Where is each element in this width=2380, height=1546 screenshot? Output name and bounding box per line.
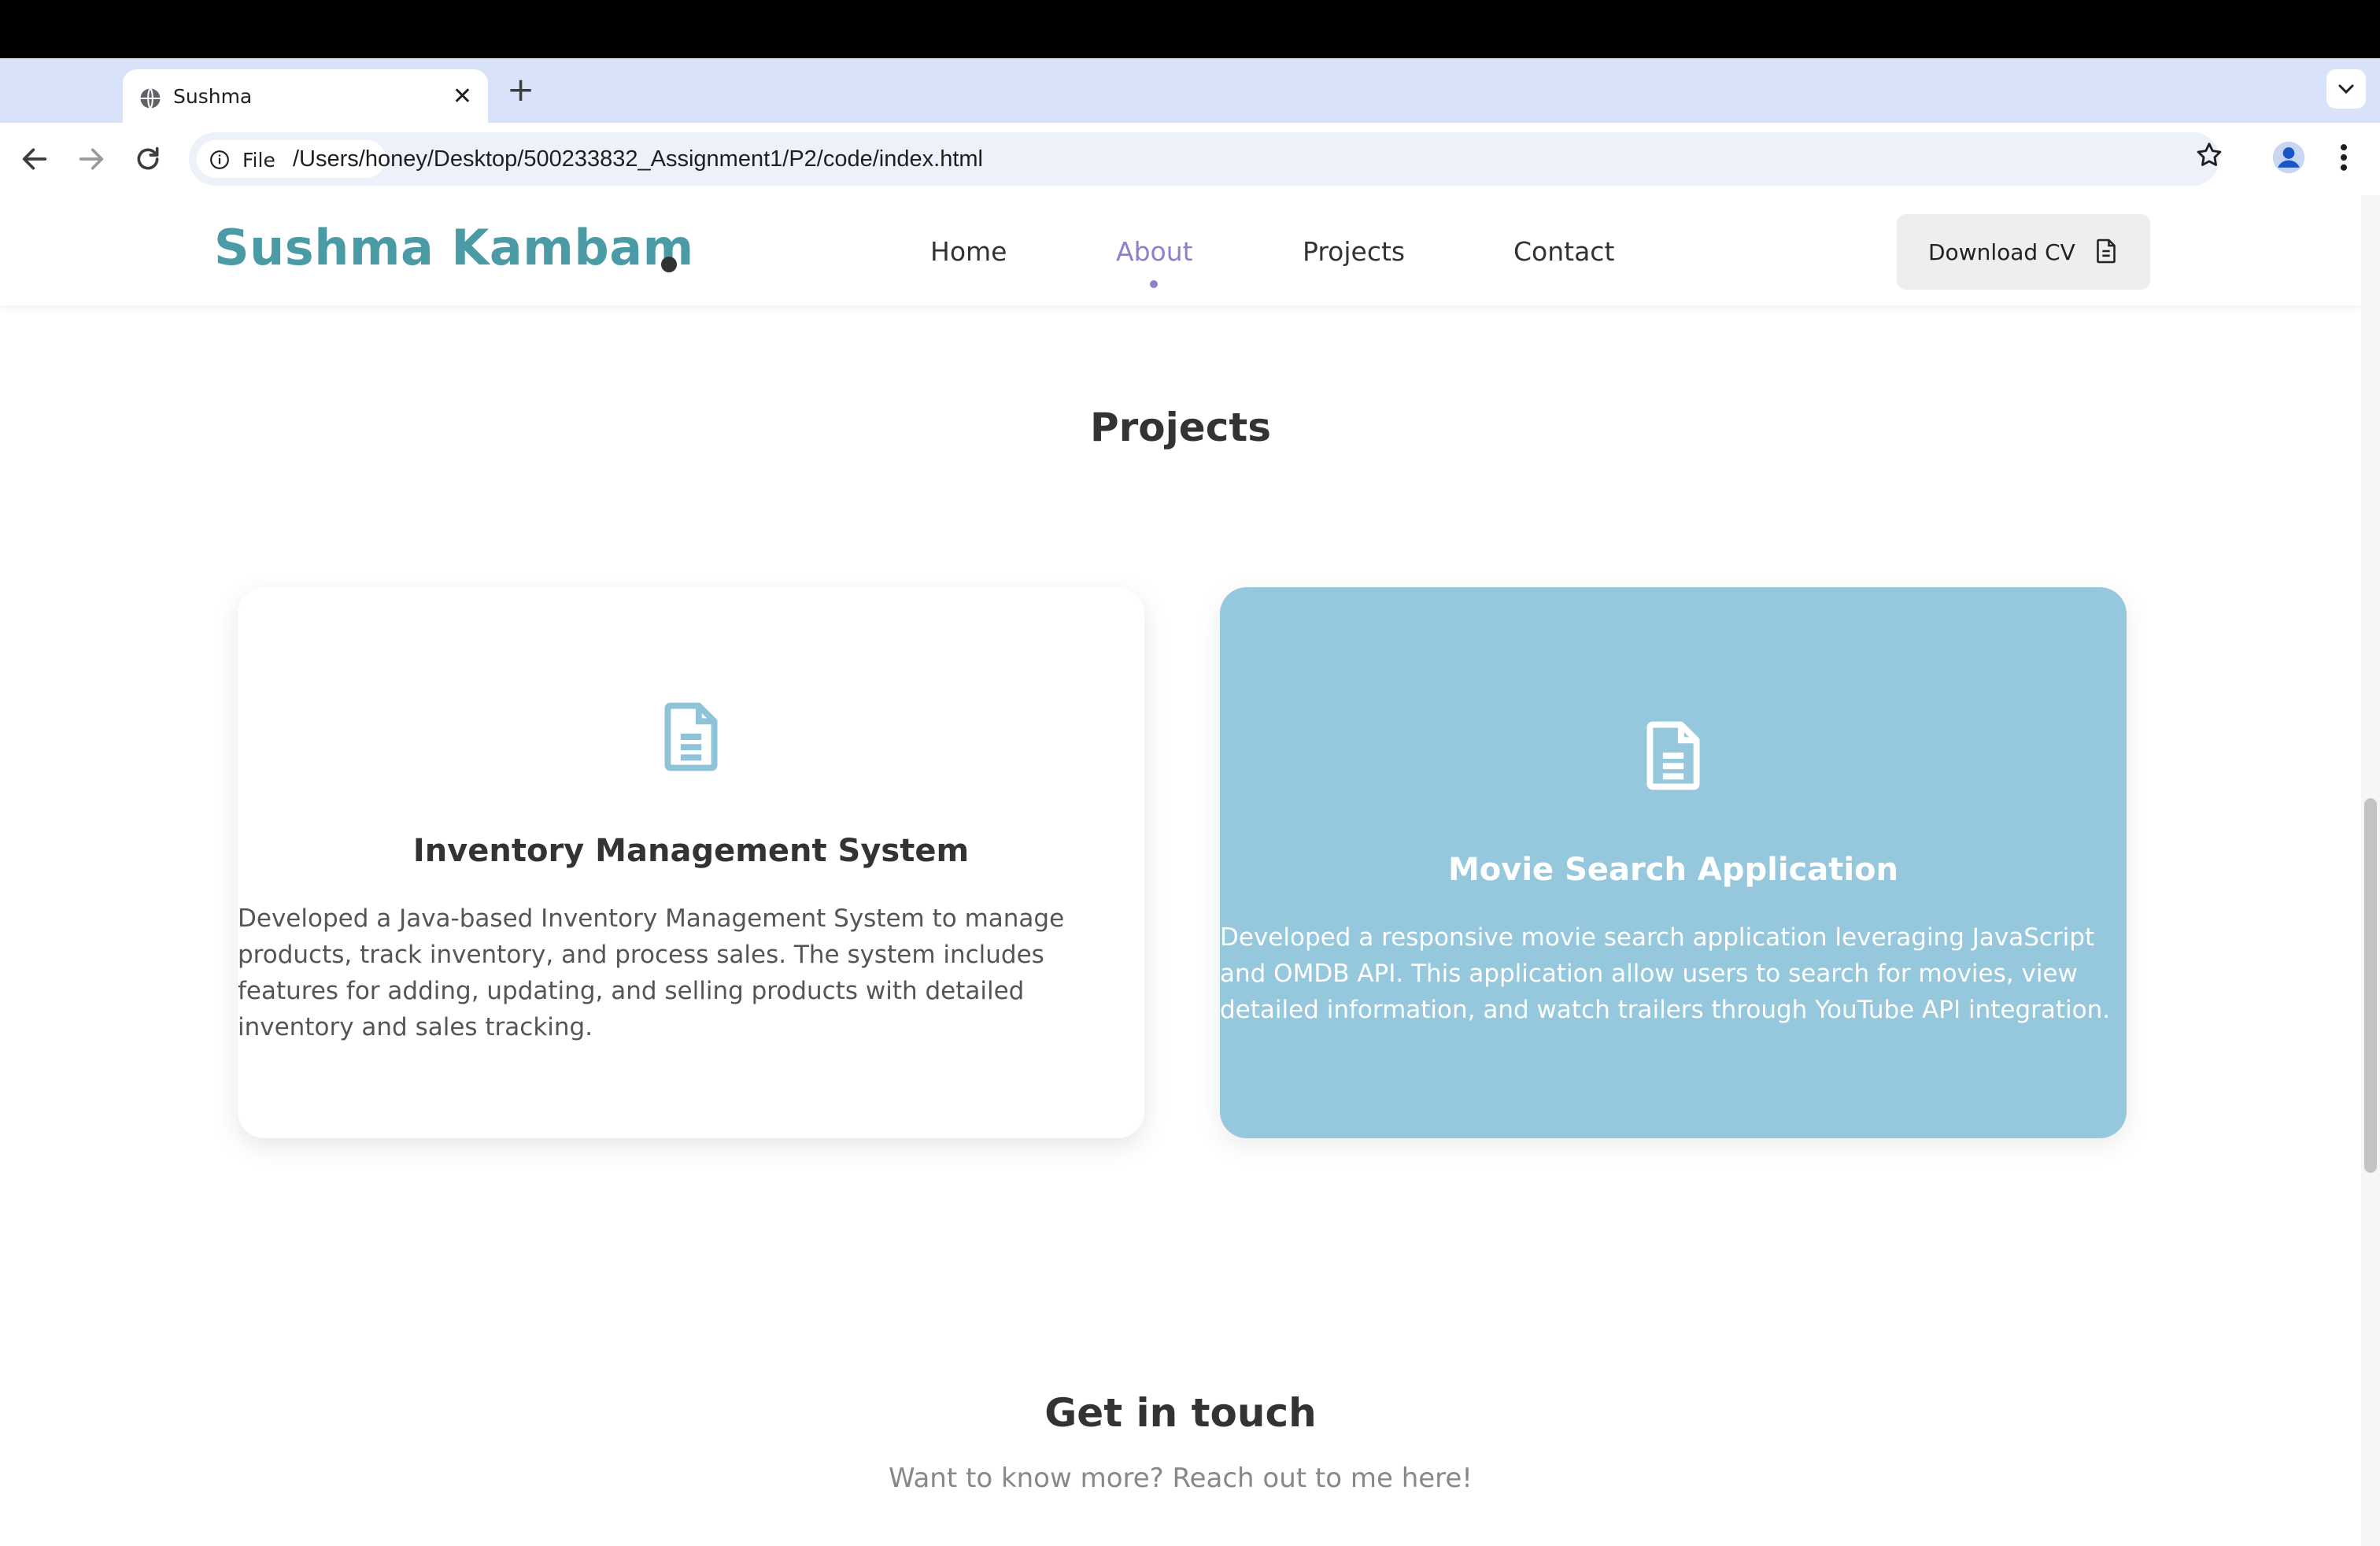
document-icon: [2097, 239, 2116, 264]
document-icon: [664, 702, 718, 771]
tab-strip: Sushma ✕ +: [0, 58, 2380, 124]
scrollbar-thumb[interactable]: [2364, 798, 2377, 1173]
more-vert-icon[interactable]: [2336, 140, 2352, 175]
info-icon: [210, 150, 229, 169]
nav-projects[interactable]: Projects: [1303, 236, 1405, 267]
tab-search-button[interactable]: [2326, 69, 2366, 109]
reload-icon[interactable]: [132, 143, 164, 175]
tab-title: Sushma: [173, 85, 253, 108]
contact-heading: Get in touch: [1044, 1390, 1317, 1436]
project-description: Developed a Java-based Inventory Managem…: [238, 904, 1065, 1041]
logo-dot: [661, 257, 677, 272]
page-scrollbar[interactable]: [2361, 195, 2380, 1546]
chevron-down-icon: [2338, 84, 2354, 94]
nav-contact[interactable]: Contact: [1513, 236, 1614, 267]
download-cv-label: Download CV: [1928, 239, 2075, 265]
project-title: Movie Search Application: [1447, 852, 1899, 888]
nav-about[interactable]: About: [1116, 236, 1193, 267]
star-icon[interactable]: [2194, 140, 2224, 170]
project-card-inventory[interactable]: Inventory Management System Developed a …: [238, 587, 1144, 1138]
project-card-movie-search[interactable]: Movie Search Application Developed a res…: [1220, 587, 2127, 1138]
page-viewport: Sushma Kambam Home About Projects Contac…: [0, 195, 2380, 1546]
profile-icon[interactable]: [2271, 140, 2306, 175]
project-description: Developed a responsive movie search appl…: [1220, 923, 2111, 1024]
download-cv-button[interactable]: Download CV: [1897, 214, 2150, 290]
new-tab-button[interactable]: +: [507, 72, 534, 107]
site-header: Sushma Kambam Home About Projects Contac…: [0, 195, 2361, 305]
projects-heading: Projects: [1089, 405, 1271, 450]
file-chip-label: File: [242, 149, 275, 172]
address-bar[interactable]: File /Users/honey/Desktop/500233832_Assi…: [189, 132, 2219, 186]
project-title: Inventory Management System: [412, 833, 970, 869]
contact-subtitle: Want to know more? Reach out to me here!: [889, 1463, 1473, 1494]
site-logo[interactable]: Sushma Kambam: [214, 219, 694, 276]
url-text[interactable]: /Users/honey/Desktop/500233832_Assignmen…: [293, 146, 983, 172]
browser-tab[interactable]: Sushma ✕: [123, 69, 488, 124]
forward-arrow-icon[interactable]: [76, 143, 107, 175]
browser-toolbar: File /Users/honey/Desktop/500233832_Assi…: [0, 123, 2380, 195]
nav-home[interactable]: Home: [930, 236, 1007, 267]
back-arrow-icon[interactable]: [19, 143, 50, 175]
os-top-bar: [0, 0, 2380, 58]
globe-icon: [140, 87, 161, 109]
close-tab-icon[interactable]: ✕: [453, 85, 472, 109]
document-icon: [1646, 721, 1700, 790]
active-nav-indicator: [1150, 280, 1158, 288]
